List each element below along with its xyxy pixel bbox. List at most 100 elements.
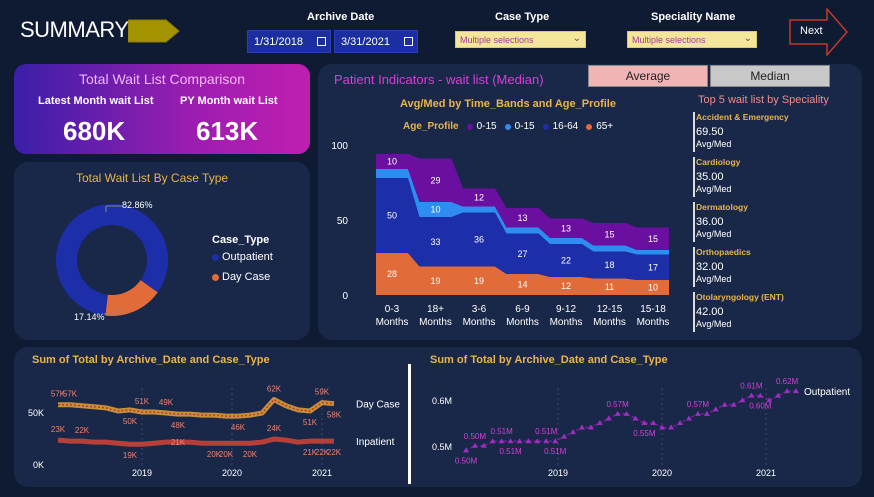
speciality-item: Cardiology 35.00 Avg/Med <box>696 157 740 194</box>
speciality-value: Multiple selections <box>632 34 706 45</box>
x-tick-label: 2019 <box>548 468 568 478</box>
kpi-title: Total Wait List Comparison <box>79 71 245 87</box>
speciality-bar <box>693 247 695 287</box>
point-marker <box>721 401 728 407</box>
point-label: 0.61M <box>740 382 763 391</box>
legend-dot-icon <box>542 123 549 130</box>
point-label: 0.62M <box>776 377 799 386</box>
x-tick-label: 2021 <box>312 468 332 478</box>
point-label: 49K <box>159 398 174 407</box>
y-tick-label: 0K <box>33 460 44 470</box>
point-label: 46K <box>231 423 246 432</box>
date-from-input[interactable]: 1/31/2018 <box>247 30 331 53</box>
speciality-item: Otolaryngology (ENT) 42.00 Avg/Med <box>696 292 784 329</box>
average-toggle[interactable]: Average <box>588 65 708 87</box>
point-label: 59K <box>315 388 330 397</box>
area-data-label: 18 <box>604 260 614 270</box>
legend-dot-icon <box>212 253 219 261</box>
x-tick-label: 2020 <box>222 468 242 478</box>
line-series-outpatient <box>465 390 796 452</box>
x-tick-label: 18+ <box>427 304 444 315</box>
speciality-sub: Avg/Med <box>696 184 732 194</box>
series-end-label: Inpatient <box>356 437 395 448</box>
median-toggle[interactable]: Median <box>710 65 830 87</box>
area-data-label: 28 <box>387 269 397 279</box>
speciality-label: Speciality Name <box>651 11 736 23</box>
speciality-value: 69.50 <box>696 126 724 138</box>
point-label: 48K <box>171 421 186 430</box>
case-type-value: Multiple selections <box>460 34 534 45</box>
area-data-label: 14 <box>517 280 527 290</box>
next-label: Next <box>800 25 823 37</box>
y-tick-label: 100 <box>331 141 348 152</box>
calendar-icon[interactable] <box>404 37 413 46</box>
x-tick-label: 15-18 <box>640 304 666 315</box>
area-chart: 0 50 100 28 50 10 0-3 Months 19 33 10 29 18+ Months 19… <box>331 141 669 328</box>
point-label: 21K <box>171 438 186 447</box>
legend-dot-icon <box>504 123 511 130</box>
point-label: 0.50M <box>455 456 478 465</box>
y-tick-label: 50K <box>28 408 44 418</box>
area-data-label: 17 <box>648 262 658 272</box>
point-label: 0.51M <box>499 447 522 456</box>
next-button[interactable]: Next <box>789 8 849 56</box>
legend-outpatient: Outpatient <box>212 251 273 263</box>
area-data-label: 36 <box>474 235 484 245</box>
chevron-down-icon: ⌄ <box>743 33 752 44</box>
x-tick-label: 0-3 <box>385 304 400 315</box>
speciality-value: 42.00 <box>696 306 724 318</box>
point-label: 62K <box>267 385 282 394</box>
page-title: SUMMARY <box>20 17 129 42</box>
area-data-label: 15 <box>648 234 658 244</box>
legend-dot-icon <box>212 273 219 281</box>
area-data-label: 33 <box>430 237 440 247</box>
area-data-label: 19 <box>430 276 440 286</box>
area-data-label: 15 <box>604 229 614 239</box>
speciality-bar <box>693 112 695 152</box>
series-end-label: Day Case <box>356 400 400 411</box>
point-marker <box>712 406 719 412</box>
speciality-dropdown[interactable]: Multiple selections ⌄ <box>627 31 757 48</box>
speciality-name: Dermatology <box>696 202 748 212</box>
divider <box>408 364 411 484</box>
point-marker <box>677 420 684 425</box>
py-month-value: 613K <box>196 116 259 146</box>
line-chart-left: 50K0K2019 2020 2021Day CaseInpatient57K57K… <box>28 385 400 478</box>
area-data-label: 12 <box>561 281 571 291</box>
speciality-item: Accident & Emergency 69.50 Avg/Med <box>696 112 789 149</box>
x-tick-label: 9-12 <box>556 304 576 315</box>
line-chart-left-title: Sum of Total by Archive_Date and Case_Ty… <box>32 354 270 366</box>
point-marker <box>561 433 568 439</box>
speciality-bar <box>693 292 695 332</box>
area-data-label: 13 <box>517 213 527 223</box>
x-tick-label: Months <box>376 317 409 328</box>
speciality-name: Accident & Emergency <box>696 112 789 122</box>
y-tick-label: 0.6M <box>432 396 452 406</box>
point-marker <box>552 438 559 444</box>
y-tick-label: 50 <box>337 216 349 227</box>
area-data-label: 13 <box>561 223 571 233</box>
latest-month-value: 680K <box>63 116 126 146</box>
point-label: 0.51M <box>535 427 558 436</box>
donut-legend-title: Case_Type <box>212 234 270 246</box>
case-type-label: Case Type <box>495 11 550 23</box>
area-data-label: 22 <box>561 256 571 266</box>
speciality-name: Cardiology <box>696 157 741 167</box>
x-tick-label: 2021 <box>756 468 776 478</box>
point-marker <box>694 410 701 416</box>
point-label: 57K <box>63 390 78 399</box>
point-label: 0.55M <box>633 429 656 438</box>
point-marker <box>703 410 710 416</box>
point-label: 51K <box>303 418 318 427</box>
y-tick-label: 0.5M <box>432 442 452 452</box>
point-label: 50K <box>123 417 138 426</box>
area-data-label: 50 <box>387 211 397 221</box>
x-tick-label: 2020 <box>652 468 672 478</box>
case-type-dropdown[interactable]: Multiple selections ⌄ <box>455 31 586 48</box>
calendar-icon[interactable] <box>317 37 326 46</box>
donut-panel: Total Wait List By Case Type 82.86% 17.1… <box>14 162 310 340</box>
legend-dot-icon <box>586 123 593 130</box>
speciality-bar <box>693 202 695 242</box>
date-to-input[interactable]: 3/31/2021 <box>334 30 418 53</box>
speciality-name: Otolaryngology (ENT) <box>696 292 784 302</box>
